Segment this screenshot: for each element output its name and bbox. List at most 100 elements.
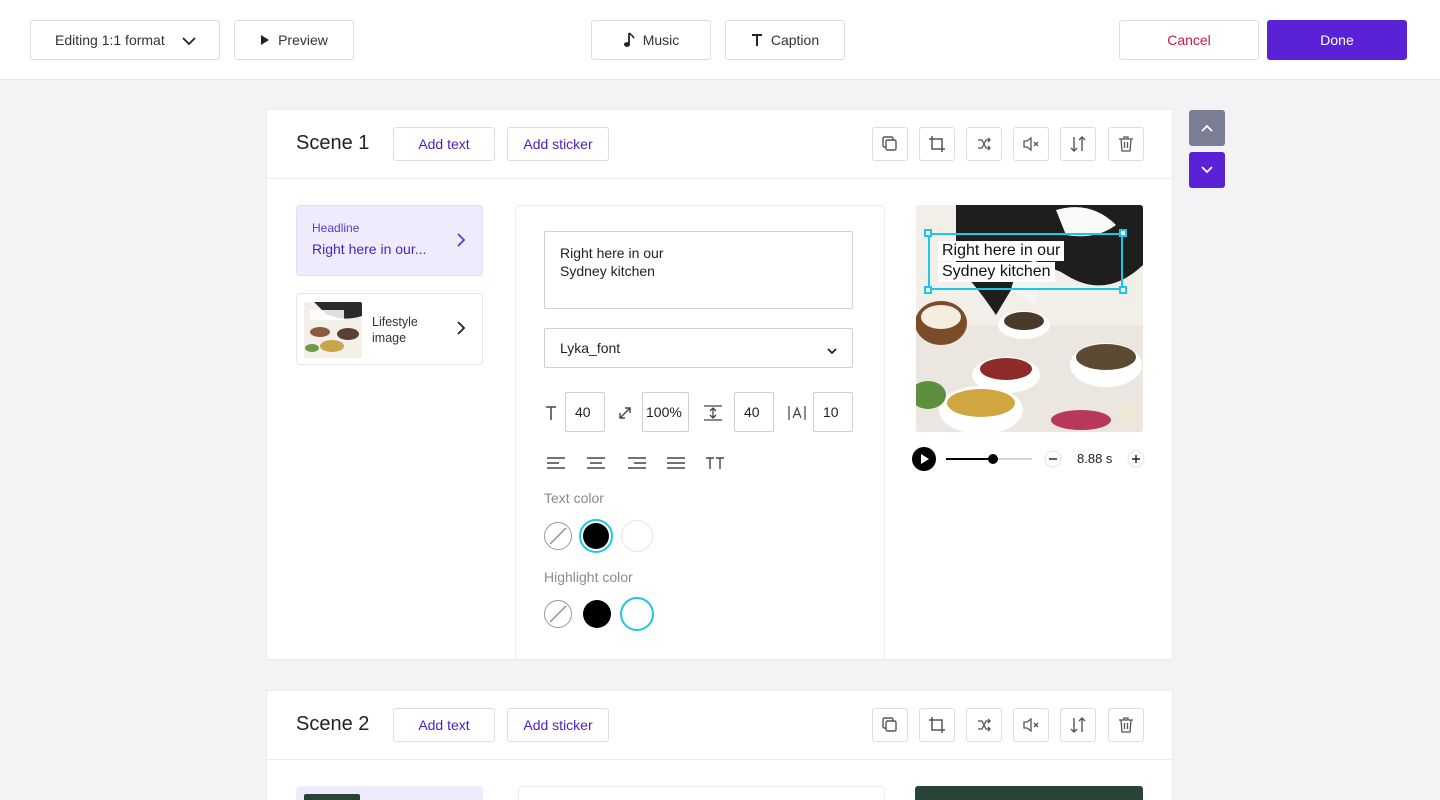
resize-handle[interactable]	[924, 229, 932, 237]
resize-handle[interactable]	[1119, 286, 1127, 294]
highlight-color-none-swatch[interactable]	[544, 600, 572, 628]
layer-thumbnail	[304, 794, 360, 800]
chevron-down-icon	[181, 33, 197, 52]
top-toolbar: Editing 1:1 format Preview Music Caption…	[0, 0, 1440, 80]
line-height-input[interactable]: 40	[734, 392, 774, 432]
play-icon	[260, 34, 270, 46]
decrease-duration-button[interactable]	[1044, 450, 1062, 473]
font-select[interactable]: Lyka_font	[544, 328, 853, 368]
scene-card: Scene 1 Add text Add sticker Headline Ri…	[266, 109, 1173, 662]
add-text-button[interactable]: Add text	[393, 127, 495, 161]
text-color-label: Text color	[544, 490, 604, 506]
play-button[interactable]	[911, 446, 937, 477]
text-color-white-swatch[interactable]	[621, 520, 653, 552]
mute-button[interactable]	[1013, 127, 1049, 161]
shuffle-icon	[978, 718, 991, 732]
progress-track[interactable]	[946, 454, 1032, 464]
letter-spacing-icon	[786, 403, 808, 423]
layer-item-lifestyle-image[interactable]: Lifestyle image	[296, 293, 483, 365]
swatch-fill	[583, 523, 609, 549]
done-button[interactable]: Done	[1267, 20, 1407, 60]
move-scene-up-button[interactable]	[1189, 110, 1225, 146]
preview-button[interactable]: Preview	[234, 20, 354, 60]
reorder-button[interactable]	[1060, 127, 1096, 161]
format-dropdown[interactable]: Editing 1:1 format	[30, 20, 220, 60]
shuffle-button[interactable]	[966, 708, 1002, 742]
font-select-value: Lyka_font	[560, 340, 621, 356]
delete-button[interactable]	[1108, 127, 1144, 161]
cancel-label: Cancel	[1167, 32, 1211, 48]
highlight-color-white-swatch[interactable]	[620, 597, 654, 631]
crop-button[interactable]	[919, 127, 955, 161]
crop-icon	[929, 717, 945, 733]
scene-card: Scene 2 Add text Add sticker	[266, 690, 1173, 800]
align-justify-icon	[667, 457, 685, 469]
crop-button[interactable]	[919, 708, 955, 742]
duplicate-button[interactable]	[872, 708, 908, 742]
layer-value: Right here in our...	[312, 241, 427, 257]
trash-icon	[1119, 717, 1133, 733]
add-text-button[interactable]: Add text	[393, 708, 495, 742]
move-scene-down-button[interactable]	[1189, 152, 1225, 188]
align-right-button[interactable]	[625, 453, 649, 473]
scene-header: Scene 2 Add text Add sticker	[267, 691, 1172, 760]
chevron-right-icon	[456, 232, 466, 253]
align-justify-button[interactable]	[664, 453, 688, 473]
scene-title: Scene 2	[296, 713, 370, 735]
duplicate-icon	[882, 136, 897, 151]
text-editor-panel: Right here in our Sydney kitchen Lyka_fo…	[515, 205, 885, 662]
caption-selection-box[interactable]: Right here in our Sydney kitchen	[928, 233, 1123, 290]
caption-button[interactable]: Caption	[725, 20, 845, 60]
resize-handle[interactable]	[1119, 229, 1127, 237]
shuffle-button[interactable]	[966, 127, 1002, 161]
cancel-button[interactable]: Cancel	[1119, 20, 1259, 60]
chevron-right-icon	[456, 320, 466, 341]
chevron-up-icon	[1201, 124, 1213, 132]
align-left-button[interactable]	[544, 453, 568, 473]
caption-line-2: Sydney kitchen	[938, 262, 1055, 282]
add-sticker-button[interactable]: Add sticker	[507, 708, 609, 742]
align-center-button[interactable]	[584, 453, 608, 473]
music-label: Music	[642, 32, 680, 48]
layer-item-headline[interactable]: Headline Right here in our...	[296, 205, 483, 276]
mute-button[interactable]	[1013, 708, 1049, 742]
scene-title: Scene 1	[296, 132, 370, 154]
scene-header: Scene 1 Add text Add sticker	[267, 110, 1172, 179]
layer-label: Headline	[312, 221, 360, 235]
text-t-icon	[751, 33, 763, 47]
uppercase-button[interactable]	[703, 453, 727, 473]
done-label: Done	[1320, 32, 1354, 48]
chevron-down-icon	[1201, 166, 1213, 174]
align-right-icon	[628, 457, 646, 469]
layer-item[interactable]	[296, 786, 483, 800]
add-sticker-button[interactable]: Add sticker	[507, 127, 609, 161]
lifestyle-thumbnail	[304, 302, 362, 358]
duplicate-button[interactable]	[872, 127, 908, 161]
music-button[interactable]: Music	[591, 20, 711, 60]
increase-duration-button[interactable]	[1127, 450, 1145, 473]
preview-player: 8.88 s	[911, 446, 1151, 472]
mute-icon	[1023, 136, 1039, 152]
scene-preview-image[interactable]: Right here in our Sydney kitchen	[916, 205, 1143, 432]
trash-icon	[1119, 136, 1133, 152]
headline-text-input[interactable]: Right here in our Sydney kitchen	[544, 231, 853, 309]
progress-knob[interactable]	[988, 454, 999, 464]
delete-button[interactable]	[1108, 708, 1144, 742]
line-height-icon	[702, 403, 724, 423]
plus-icon	[1127, 450, 1145, 468]
no-color-icon	[549, 605, 567, 623]
swap-order-icon	[1070, 717, 1086, 733]
text-color-none-swatch[interactable]	[544, 522, 572, 550]
progress-fill	[946, 458, 994, 460]
scene-preview-image[interactable]	[915, 786, 1143, 800]
font-size-input[interactable]: 40	[565, 392, 605, 432]
reorder-button[interactable]	[1060, 708, 1096, 742]
text-editor-panel	[518, 786, 885, 800]
text-color-black-swatch[interactable]	[579, 519, 613, 553]
letter-spacing-input[interactable]: 10	[813, 392, 853, 432]
shuffle-icon	[978, 137, 991, 151]
highlight-color-black-swatch[interactable]	[583, 600, 611, 628]
resize-handle[interactable]	[924, 286, 932, 294]
scale-input[interactable]: 100%	[642, 392, 689, 432]
caption-label: Caption	[770, 32, 820, 48]
